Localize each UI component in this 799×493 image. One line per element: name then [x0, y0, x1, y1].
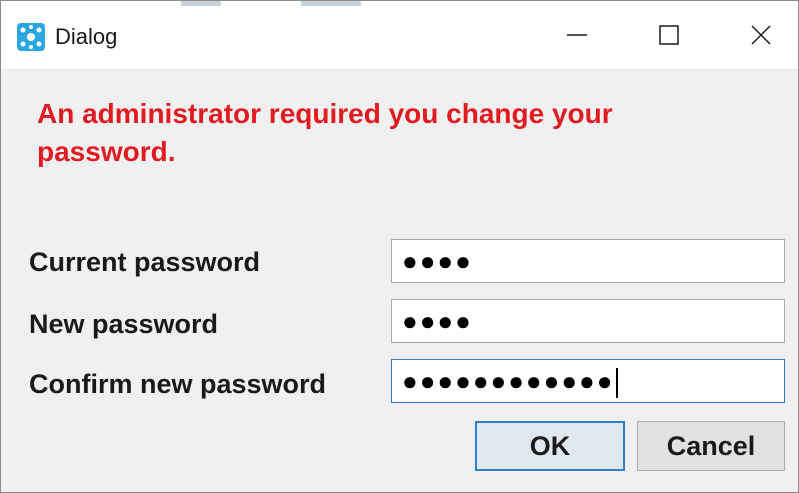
maximize-icon	[659, 25, 679, 45]
password-change-message: An administrator required you change you…	[37, 98, 613, 167]
cancel-button[interactable]: Cancel	[637, 421, 785, 471]
confirm-password-label: Confirm new password	[29, 369, 327, 399]
close-icon	[751, 25, 771, 45]
new-password-field[interactable]: ●●●●	[391, 299, 785, 343]
dialog-window: Dialog An administrator required you cha…	[0, 0, 799, 493]
ok-button[interactable]: OK	[475, 421, 625, 471]
title-bar[interactable]: Dialog	[1, 1, 798, 70]
app-dots-icon	[17, 23, 45, 51]
confirm-password-field[interactable]: ●●●●●●●●●●●●	[391, 359, 785, 403]
minimize-button[interactable]	[549, 13, 605, 57]
background-strip	[301, 1, 361, 6]
new-password-label: New password	[29, 309, 219, 339]
text-caret	[616, 368, 619, 399]
window-title: Dialog	[55, 24, 118, 49]
maximize-button[interactable]	[641, 13, 697, 57]
minimize-icon	[567, 34, 587, 36]
background-strip	[181, 1, 221, 6]
current-password-label: Current password	[29, 247, 261, 277]
close-button[interactable]	[733, 13, 789, 57]
new-password-value: ●●●●	[402, 306, 473, 336]
current-password-value: ●●●●	[402, 246, 473, 276]
current-password-field[interactable]: ●●●●	[391, 239, 785, 283]
confirm-password-value: ●●●●●●●●●●●●	[402, 366, 615, 396]
